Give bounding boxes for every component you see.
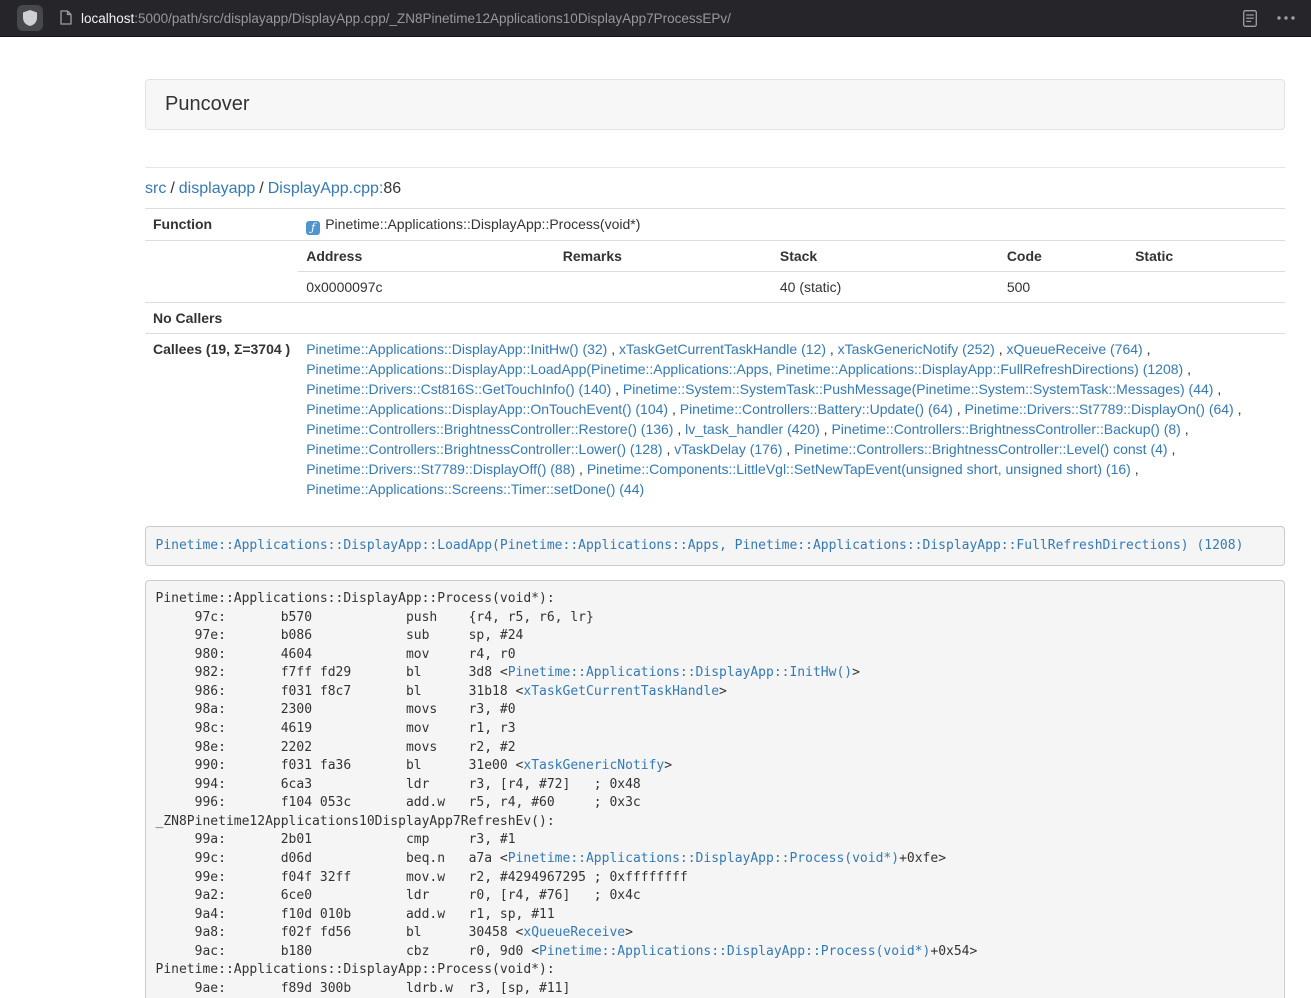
disassembly-symbol-link[interactable]: xTaskGenericNotify (523, 758, 664, 773)
overflow-menu-icon (1277, 16, 1295, 20)
column-header-remarks: Remarks (555, 241, 772, 272)
callees-list: Pinetime::Applications::DisplayApp::Init… (298, 334, 1285, 505)
no-callers-label: No Callers (145, 303, 298, 334)
column-header-address: Address (298, 241, 555, 272)
details-table: Address Remarks Stack Code Static 0x0000… (298, 241, 1285, 302)
details-cell: Address Remarks Stack Code Static 0x0000… (298, 241, 1285, 303)
callee-link[interactable]: Pinetime::Controllers::Battery::Update()… (680, 401, 953, 417)
breadcrumb-link-file[interactable]: DisplayApp.cpp: (268, 180, 384, 197)
chrome-right-controls (1243, 10, 1295, 27)
breadcrumb-separator: / (259, 180, 263, 197)
no-callers-row: No Callers (145, 303, 1285, 334)
disassembly-symbol-link[interactable]: Pinetime::Applications::DisplayApp::Init… (508, 665, 852, 680)
callee-link[interactable]: Pinetime::Applications::Screens::Timer::… (306, 481, 644, 497)
breadcrumb-link-displayapp[interactable]: displayapp (179, 180, 256, 197)
symbol-table: Function ƒPinetime::Applications::Displa… (145, 208, 1285, 504)
url-host: localhost (81, 11, 134, 26)
function-label: Function (145, 209, 298, 241)
callee-link[interactable]: Pinetime::Controllers::BrightnessControl… (306, 441, 662, 457)
callees-row: Callees (19, Σ=3704 ) Pinetime::Applicat… (145, 334, 1285, 505)
callee-link[interactable]: Pinetime::Controllers::BrightnessControl… (794, 441, 1167, 457)
callee-link[interactable]: Pinetime::Drivers::Cst816S::GetTouchInfo… (306, 381, 611, 397)
column-header-static: Static (1127, 241, 1285, 272)
callee-link[interactable]: Pinetime::Drivers::St7789::DisplayOff() … (306, 461, 575, 477)
disassembly-symbol-link[interactable]: Pinetime::Applications::DisplayApp::Proc… (508, 851, 899, 866)
callee-link[interactable]: Pinetime::System::SystemTask::PushMessag… (623, 381, 1214, 397)
callee-link[interactable]: Pinetime::Components::LittleVgl::SetNewT… (587, 461, 1131, 477)
breadcrumb: src/displayapp/DisplayApp.cpp:86 (145, 180, 1285, 198)
callee-link[interactable]: lv_task_handler (420) (685, 421, 820, 437)
details-value-row: 0x0000097c 40 (static) 500 (298, 272, 1285, 303)
remarks-value (555, 272, 772, 303)
callee-link[interactable]: Pinetime::Applications::DisplayApp::Load… (306, 361, 1183, 377)
column-header-stack: Stack (772, 241, 999, 272)
divider (145, 167, 1285, 168)
function-name-cell: ƒ Pinetime::Applications::DisplayApp::Pro… (298, 209, 1285, 241)
breadcrumb-separator: / (170, 180, 174, 197)
browser-chrome: localhost:5000/path/src/displayapp/Displ… (0, 0, 1311, 37)
callee-link[interactable]: xQueueReceive (764) (1007, 341, 1143, 357)
url-bar[interactable]: localhost:5000/path/src/displayapp/Displ… (59, 10, 1243, 26)
address-value: 0x0000097c (298, 272, 555, 303)
breadcrumb-line-number: 86 (383, 180, 401, 197)
no-callers-cell (298, 303, 1285, 334)
disassembly-symbol-link[interactable]: xQueueReceive (523, 925, 625, 940)
callee-link[interactable]: Pinetime::Controllers::BrightnessControl… (831, 421, 1180, 437)
overflow-menu-button[interactable] (1277, 16, 1295, 20)
details-header-row: Address Remarks Stack Code Static (298, 241, 1285, 272)
details-row: Address Remarks Stack Code Static 0x0000… (145, 241, 1285, 303)
loadapp-snippet-link[interactable]: Pinetime::Applications::DisplayApp::Load… (156, 538, 1244, 553)
details-row-label (145, 241, 298, 303)
function-name: Pinetime::Applications::DisplayApp::Proc… (325, 216, 640, 232)
reader-mode-button[interactable] (1243, 10, 1257, 27)
disassembly-symbol-link[interactable]: Pinetime::Applications::DisplayApp::Proc… (539, 944, 930, 959)
page-icon (59, 10, 73, 26)
app-title: Puncover (165, 93, 250, 115)
static-value (1127, 272, 1285, 303)
app-title-box: Puncover (145, 79, 1285, 130)
shield-button[interactable] (17, 5, 43, 31)
breadcrumb-link-src[interactable]: src (145, 180, 166, 197)
callee-link[interactable]: xTaskGetCurrentTaskHandle (12) (619, 341, 826, 357)
callee-link[interactable]: xTaskGenericNotify (252) (838, 341, 995, 357)
code-snippet: Pinetime::Applications::DisplayApp::Load… (145, 526, 1285, 566)
page-content: Puncover src/displayapp/DisplayApp.cpp:8… (145, 37, 1285, 998)
callee-link[interactable]: Pinetime::Drivers::St7789::DisplayOn() (… (965, 401, 1234, 417)
disassembly-symbol-link[interactable]: xTaskGetCurrentTaskHandle (523, 684, 719, 699)
url-text: localhost:5000/path/src/displayapp/Displ… (81, 11, 731, 26)
callee-link[interactable]: Pinetime::Applications::DisplayApp::OnTo… (306, 401, 668, 417)
function-icon: ƒ (306, 221, 320, 235)
function-row: Function ƒ Pinetime::Applications::Displa… (145, 209, 1285, 241)
callee-link[interactable]: vTaskDelay (176) (674, 441, 782, 457)
stack-value: 40 (static) (772, 272, 999, 303)
reader-mode-icon (1243, 10, 1257, 27)
shield-icon (23, 10, 37, 26)
callees-label: Callees (19, Σ=3704 ) (145, 334, 298, 505)
disassembly: Pinetime::Applications::DisplayApp::Proc… (145, 580, 1285, 998)
callee-link[interactable]: Pinetime::Applications::DisplayApp::Init… (306, 341, 607, 357)
column-header-code: Code (999, 241, 1127, 272)
url-path: :5000/path/src/displayapp/DisplayApp.cpp… (134, 11, 731, 26)
code-value: 500 (999, 272, 1127, 303)
callee-link[interactable]: Pinetime::Controllers::BrightnessControl… (306, 421, 673, 437)
